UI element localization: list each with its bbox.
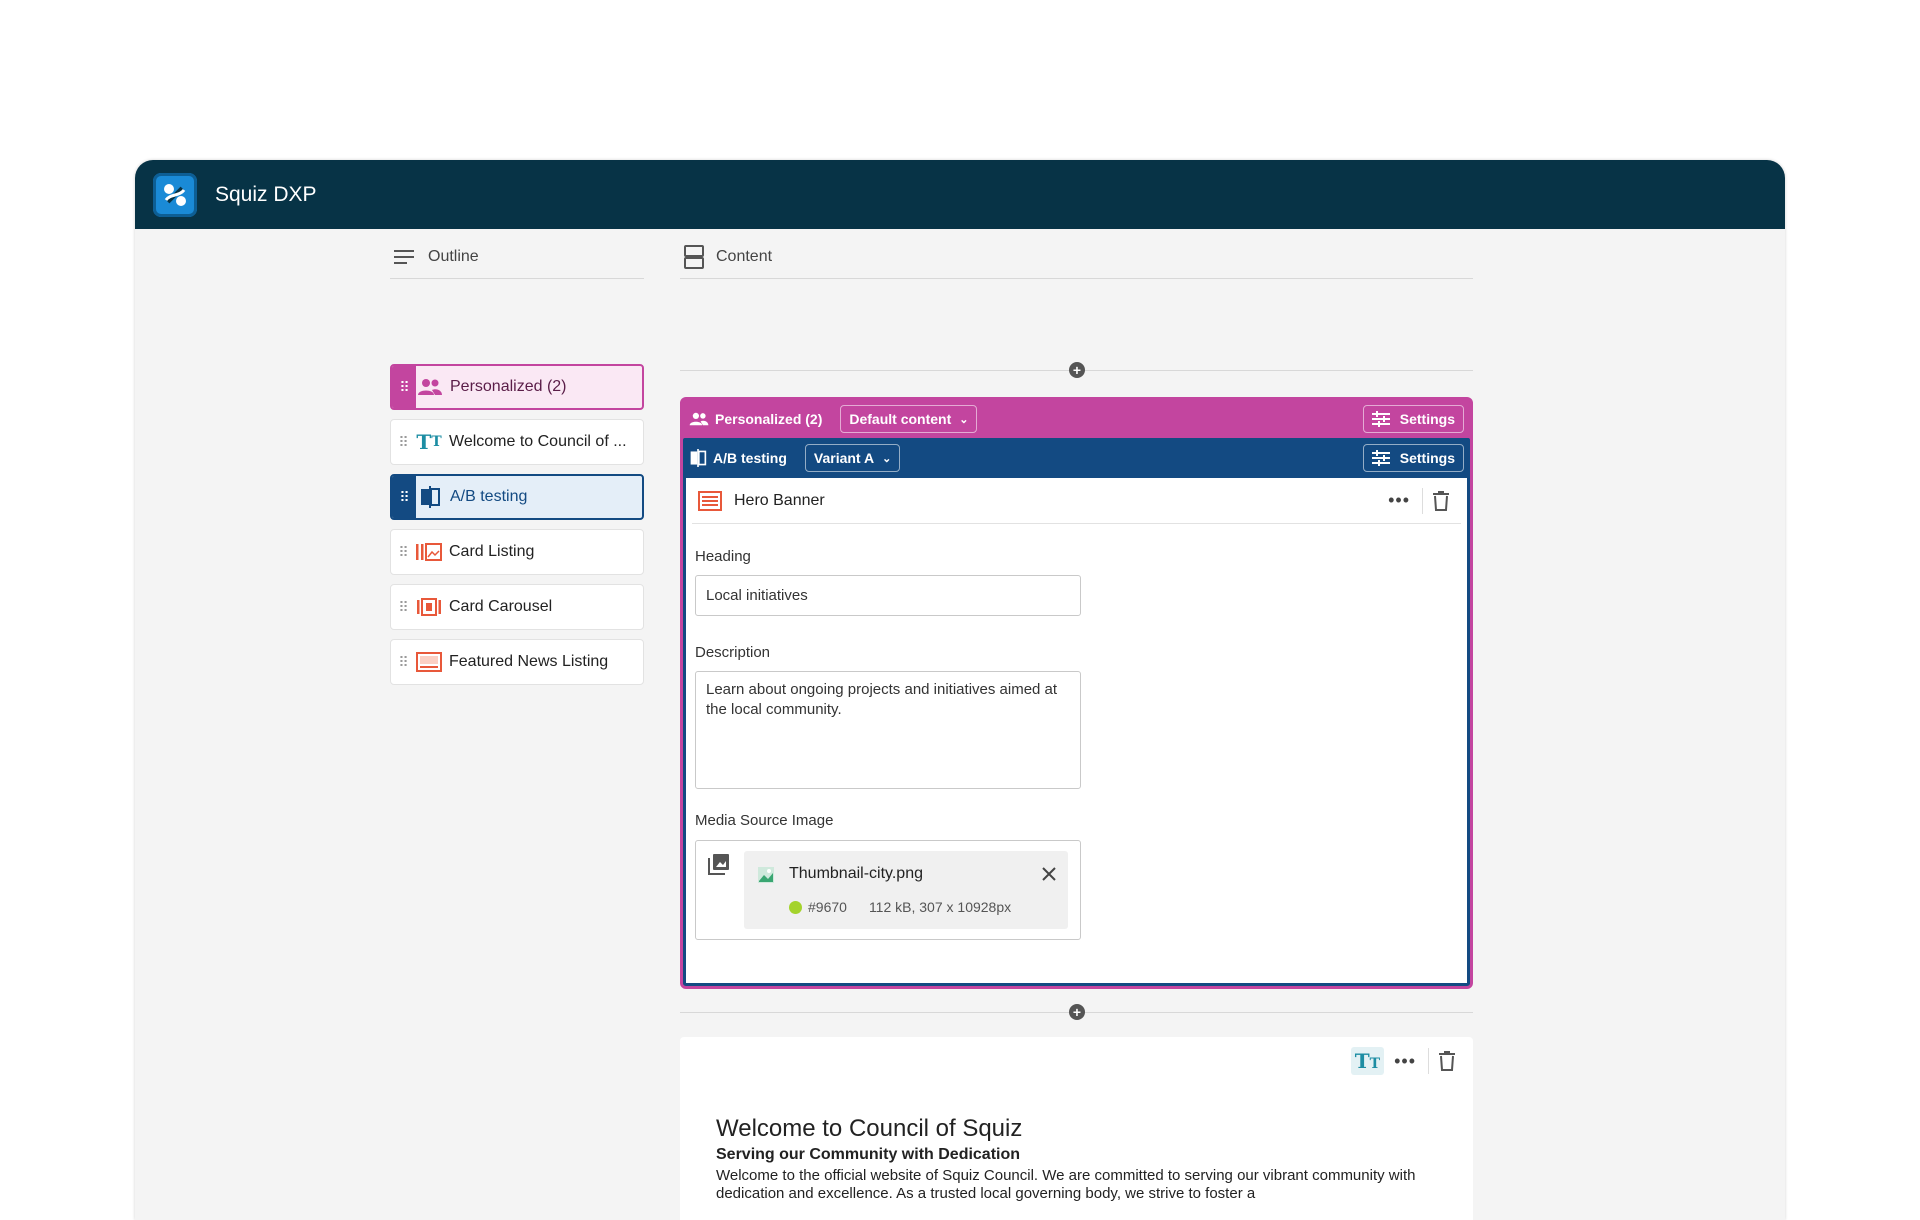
welcome-heading: Welcome to Council of Squiz: [716, 1115, 1023, 1142]
personalized-container: Personalized (2) Default content ⌄ Setti…: [680, 397, 1473, 989]
status-dot-icon: [789, 900, 802, 914]
image-file-icon: [758, 867, 774, 883]
outline-item-card-listing[interactable]: ⠿ Card Listing: [390, 529, 644, 575]
personalized-tag: Personalized (2): [689, 411, 822, 427]
ab-test-icon: [416, 486, 444, 508]
outline-item-label: Featured News Listing: [449, 653, 609, 670]
trash-icon[interactable]: [1439, 1051, 1455, 1071]
settings-label: Settings: [1399, 411, 1455, 427]
media-file-card: Thumbnail-city.png #9670 112 kB, 307 x 1…: [744, 851, 1068, 929]
outline-item-personalized[interactable]: ⠿ Personalized (2): [390, 364, 644, 410]
media-source-label: Media Source Image: [695, 812, 834, 829]
drag-handle-icon[interactable]: ⠿: [392, 366, 416, 408]
personalized-settings-button[interactable]: Settings: [1362, 405, 1464, 433]
trash-icon[interactable]: [1433, 490, 1449, 511]
drag-handle-icon[interactable]: ⠿: [391, 654, 415, 671]
dropdown-value: Default content: [849, 411, 952, 427]
ab-settings-button[interactable]: Settings: [1362, 444, 1464, 472]
people-icon: [689, 412, 709, 426]
dropdown-value: Variant A: [813, 450, 875, 466]
drag-handle-icon[interactable]: ⠿: [391, 599, 415, 616]
component-actions: •••: [1388, 487, 1461, 514]
outline-item-label: Welcome to Council of ...: [449, 433, 627, 450]
more-options-icon[interactable]: •••: [1388, 490, 1410, 511]
ab-test-icon: [690, 449, 707, 467]
outline-item-label: A/B testing: [450, 488, 528, 505]
news-listing-icon: [415, 652, 443, 672]
description-label: Description: [695, 644, 771, 661]
actions-separator: [1428, 1048, 1429, 1074]
content-header: Content: [680, 235, 1473, 279]
outline-item-featured-news[interactable]: ⠿ Featured News Listing: [390, 639, 644, 685]
welcome-body-text: Welcome to the official website of Squiz…: [716, 1167, 1416, 1202]
personalized-label: Personalized (2): [715, 411, 823, 427]
outline-item-label: Card Carousel: [449, 598, 553, 615]
app-window: Squiz DXP Outline ⠿ Personalized (2) ⠿ T…: [135, 160, 1785, 1220]
actions-separator: [1422, 487, 1423, 514]
chevron-down-icon: ⌄: [959, 413, 969, 426]
media-size: 112 kB, 307 x 10928px: [868, 899, 1012, 915]
card-listing-icon: [415, 543, 443, 561]
close-icon[interactable]: [1042, 867, 1056, 881]
outline-icon: [394, 249, 414, 264]
welcome-subheading: Serving our Community with Dedication: [716, 1146, 1021, 1163]
image-library-icon[interactable]: [708, 853, 730, 875]
ab-variant-dropdown[interactable]: Variant A ⌄: [804, 444, 901, 472]
personalized-bar: Personalized (2) Default content ⌄ Setti…: [683, 400, 1470, 438]
ab-testing-container: A/B testing Variant A ⌄ Settings Hero Ba…: [683, 438, 1470, 986]
text-component: TT ••• Welcome to Council of Squiz Servi…: [680, 1037, 1473, 1220]
heading-input[interactable]: Local initiatives: [695, 575, 1081, 616]
text-format-icon[interactable]: TT: [1350, 1047, 1385, 1075]
ab-testing-label: A/B testing: [713, 450, 787, 466]
chevron-down-icon: ⌄: [882, 452, 892, 465]
squiz-logo-icon[interactable]: [153, 172, 197, 217]
ab-testing-bar: A/B testing Variant A ⌄ Settings: [686, 438, 1467, 478]
drag-handle-icon[interactable]: ⠿: [392, 476, 416, 518]
hero-banner-component: Hero Banner ••• Heading Local initiative…: [686, 478, 1467, 983]
hero-banner-icon: [698, 490, 722, 511]
description-textarea[interactable]: Learn about ongoing projects and initiat…: [695, 671, 1081, 789]
heading-label: Heading: [695, 548, 751, 565]
drag-handle-icon[interactable]: ⠿: [391, 544, 415, 561]
text-icon: TT: [416, 430, 442, 454]
add-component-icon[interactable]: +: [1069, 1004, 1085, 1020]
settings-label: Settings: [1399, 450, 1455, 466]
card-carousel-icon: [415, 598, 443, 616]
top-bar: Squiz DXP: [135, 160, 1785, 229]
component-actions: TT •••: [1350, 1047, 1455, 1075]
outline-item-card-carousel[interactable]: ⠿ Card Carousel: [390, 584, 644, 630]
outline-item-label: Personalized (2): [450, 378, 567, 395]
app-title: Squiz DXP: [215, 182, 317, 206]
hero-banner-title: Hero Banner: [734, 491, 825, 509]
outline-item-ab-testing[interactable]: ⠿ A/B testing: [390, 474, 644, 520]
people-icon: [416, 378, 444, 396]
media-asset-id: #9670: [808, 899, 847, 915]
outline-title: Outline: [428, 247, 479, 265]
outline-header: Outline: [390, 235, 644, 279]
more-options-icon[interactable]: •••: [1394, 1051, 1416, 1072]
outline-item-label: Card Listing: [449, 543, 535, 560]
outline-item-welcome[interactable]: ⠿ TT Welcome to Council of ...: [390, 419, 644, 465]
content-title: Content: [716, 247, 773, 265]
hero-banner-header: Hero Banner •••: [692, 478, 1461, 524]
personalized-variant-dropdown[interactable]: Default content ⌄: [840, 405, 978, 433]
media-filename: Thumbnail-city.png: [789, 865, 923, 882]
ab-testing-tag: A/B testing: [689, 449, 787, 467]
sliders-icon: [1371, 411, 1390, 427]
content-icon: [684, 244, 704, 269]
add-component-icon[interactable]: +: [1069, 362, 1085, 378]
drag-handle-icon[interactable]: ⠿: [391, 434, 415, 451]
media-meta: #9670 112 kB, 307 x 10928px: [789, 899, 1011, 915]
media-source-field[interactable]: Thumbnail-city.png #9670 112 kB, 307 x 1…: [695, 840, 1081, 940]
sliders-icon: [1371, 450, 1390, 466]
